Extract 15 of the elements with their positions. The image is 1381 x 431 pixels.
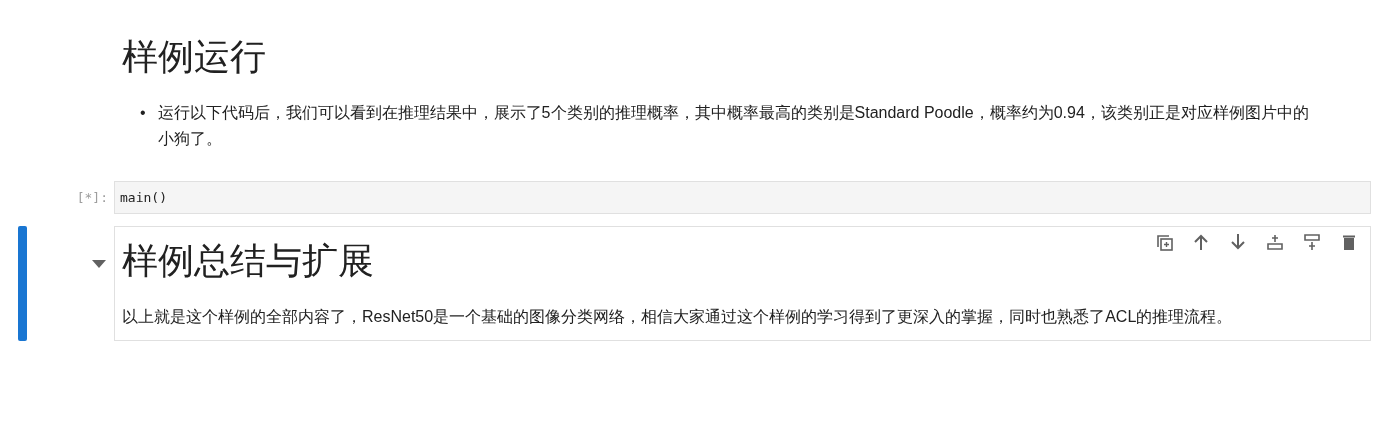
arrow-up-icon[interactable]: [1192, 233, 1210, 251]
execution-prompt: [*]:: [76, 189, 108, 205]
heading: 样例总结与扩展: [122, 239, 374, 283]
bullet-item: 运行以下代码后，我们可以看到在推理结果中，展示了5个类别的推理概率，其中概率最高的类别是Standard Poodle，概率约为0.94，该类别正是对应样例图片中的小狗了。: [157, 103, 1310, 149]
bullet-marker: •: [140, 103, 146, 123]
markdown-cell[interactable]: 样例总结与扩展 以上就是这个样例的全部内容了，ResNet50是一个基础的图像分类网络，相信大家通过这个样例的学习得到了更深入的掌握，同时也熟悉了ACL的推理流程。: [114, 226, 1371, 341]
copy-icon[interactable]: [1155, 233, 1173, 251]
heading: 样例运行: [122, 35, 266, 79]
paragraph: 以上就是这个样例的全部内容了，ResNet50是一个基础的图像分类网络，相信大家通过这个样例的学习得到了更深入的掌握，同时也熟悉了ACL的推理流程。: [122, 307, 1234, 327]
collapse-caret-icon[interactable]: [92, 260, 106, 268]
trash-icon[interactable]: [1340, 233, 1358, 251]
insert-above-icon[interactable]: [1266, 233, 1284, 251]
arrow-down-icon[interactable]: [1229, 233, 1247, 251]
insert-below-icon[interactable]: [1303, 233, 1321, 251]
code-cell[interactable]: main(): [114, 181, 1371, 214]
